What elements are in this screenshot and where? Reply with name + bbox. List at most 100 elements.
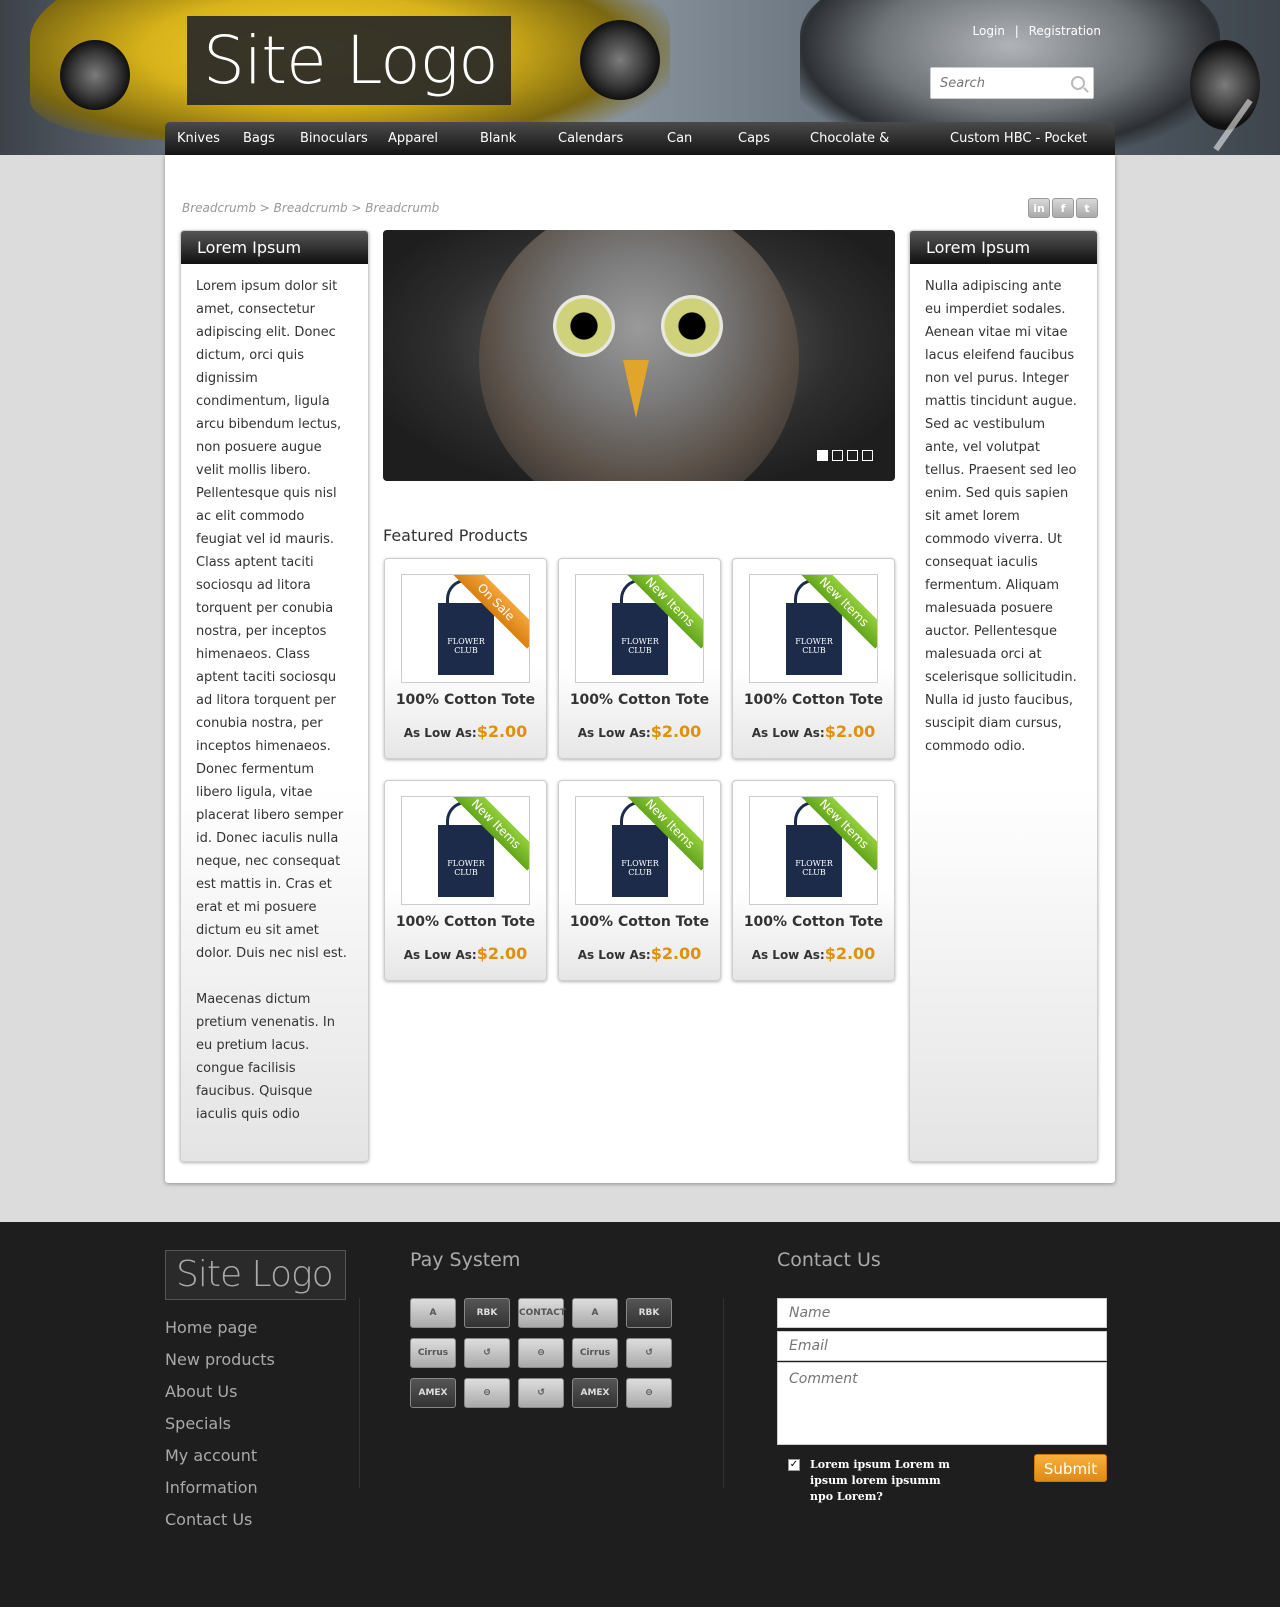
contact-email-field[interactable] (777, 1331, 1107, 1361)
footer-divider (359, 1298, 360, 1488)
pay-system-title: Pay System (410, 1249, 521, 1271)
footer-link-contact[interactable]: Contact Us (165, 1510, 275, 1542)
contact-checkbox[interactable]: ✓ (788, 1459, 800, 1471)
footer-link-new-products[interactable]: New products (165, 1350, 275, 1382)
payment-cirrus-icon: Cirrus (572, 1338, 618, 1368)
slider-dot[interactable] (832, 450, 843, 461)
link-separator: | (1014, 24, 1019, 38)
product-image[interactable]: FLOWER CLUB On Sale (401, 574, 530, 683)
price-label: As Low As: (403, 726, 477, 740)
search-input[interactable] (931, 68, 1061, 98)
site-logo[interactable]: Site Logo (187, 16, 511, 105)
nav-item-bags[interactable]: Bags (243, 122, 275, 155)
contact-us-title: Contact Us (777, 1249, 881, 1271)
nav-item-caps[interactable]: Caps (738, 122, 770, 155)
payment-cirrus-icon: Cirrus (410, 1338, 456, 1368)
product-name[interactable]: 100% Cotton Tote (559, 692, 720, 708)
nav-item-apparel[interactable]: Apparel (388, 122, 438, 155)
product-image[interactable]: FLOWER CLUB New Items (575, 796, 704, 905)
tote-bag-print: FLOWER CLUB (447, 637, 485, 655)
contact-comment-field[interactable] (777, 1362, 1107, 1445)
registration-link[interactable]: Registration (1029, 24, 1101, 38)
price-amount: $2.00 (476, 944, 528, 963)
payment-transfer-icon: ↺ (518, 1378, 564, 1408)
product-card[interactable]: FLOWER CLUB New Items 100% Cotton Tote A… (558, 558, 721, 759)
twitter-icon[interactable]: t (1076, 198, 1098, 218)
nav-item-calendars[interactable]: Calendars (558, 122, 623, 155)
left-panel-title: Lorem Ipsum (181, 231, 368, 264)
breadcrumb[interactable]: Breadcrumb > Breadcrumb > Breadcrumb (182, 201, 439, 215)
price-amount: $2.00 (476, 722, 528, 741)
payment-alfa-icon: A (572, 1298, 618, 1328)
price-amount: $2.00 (824, 722, 876, 741)
nav-item-chocolate[interactable]: Chocolate & (810, 122, 889, 155)
product-image[interactable]: FLOWER CLUB New Items (749, 796, 878, 905)
product-name[interactable]: 100% Cotton Tote (385, 914, 546, 930)
search-icon[interactable] (1071, 76, 1085, 90)
nav-item-blank[interactable]: Blank (480, 122, 516, 155)
product-price: As Low As:$2.00 (385, 722, 546, 741)
product-card[interactable]: FLOWER CLUB New Items 100% Cotton Tote A… (732, 780, 895, 981)
footer: Site Logo Home page New products About U… (0, 1222, 1280, 1607)
footer-link-specials[interactable]: Specials (165, 1414, 275, 1446)
product-name[interactable]: 100% Cotton Tote (559, 914, 720, 930)
tote-bag-print: FLOWER CLUB (795, 637, 833, 655)
nav-item-binoculars[interactable]: Binoculars (300, 122, 368, 155)
owl-eye (661, 295, 723, 357)
search-box (930, 67, 1094, 99)
price-label: As Low As: (751, 948, 825, 962)
contact-name-field[interactable] (777, 1298, 1107, 1328)
nav-item-knives[interactable]: Knives (177, 122, 220, 155)
footer-link-about[interactable]: About Us (165, 1382, 275, 1414)
payment-transfer-icon: ↺ (464, 1338, 510, 1368)
product-card[interactable]: FLOWER CLUB On Sale 100% Cotton Tote As … (384, 558, 547, 759)
slider-dot[interactable] (817, 450, 828, 461)
tote-bag-print: FLOWER CLUB (621, 859, 659, 877)
left-panel-paragraph: Lorem ipsum dolor sit amet, consectetur … (196, 279, 347, 961)
social-icons: in f t (1028, 198, 1098, 218)
payment-rbk-icon: RBK (626, 1298, 672, 1328)
footer-link-account[interactable]: My account (165, 1446, 275, 1478)
payment-alfa-icon: A (410, 1298, 456, 1328)
left-panel-body: Lorem ipsum dolor sit amet, consectetur … (181, 264, 368, 1126)
price-amount: $2.00 (650, 944, 702, 963)
payment-amex-icon: AMEX (572, 1378, 618, 1408)
nav-item-custom-hbc[interactable]: Custom HBC - Pocket (950, 122, 1087, 155)
payment-contact-icon: CONTACT (518, 1298, 566, 1328)
footer-link-information[interactable]: Information (165, 1478, 275, 1510)
product-card[interactable]: FLOWER CLUB New Items 100% Cotton Tote A… (384, 780, 547, 981)
right-sidebar-panel: Lorem Ipsum Nulla adipiscing ante eu imp… (909, 230, 1098, 1162)
banner-wheel (580, 20, 660, 100)
hero-slider[interactable] (383, 230, 895, 481)
price-label: As Low As: (403, 948, 477, 962)
left-sidebar-panel: Lorem Ipsum Lorem ipsum dolor sit amet, … (180, 230, 369, 1162)
product-card[interactable]: FLOWER CLUB New Items 100% Cotton Tote A… (732, 558, 895, 759)
tote-bag-print: FLOWER CLUB (447, 859, 485, 877)
product-price: As Low As:$2.00 (733, 944, 894, 963)
banner-wheel (1190, 40, 1260, 130)
right-panel-title: Lorem Ipsum (910, 231, 1097, 264)
slider-dot[interactable] (862, 450, 873, 461)
product-name[interactable]: 100% Cotton Tote (733, 914, 894, 930)
footer-link-home[interactable]: Home page (165, 1318, 275, 1350)
product-card[interactable]: FLOWER CLUB New Items 100% Cotton Tote A… (558, 780, 721, 981)
top-links: Login | Registration (973, 24, 1101, 38)
footer-divider (723, 1298, 724, 1488)
product-price: As Low As:$2.00 (559, 722, 720, 741)
footer-logo[interactable]: Site Logo (165, 1250, 346, 1300)
facebook-icon[interactable]: f (1052, 198, 1074, 218)
product-image[interactable]: FLOWER CLUB New Items (749, 574, 878, 683)
linkedin-icon[interactable]: in (1028, 198, 1050, 218)
login-link[interactable]: Login (973, 24, 1005, 38)
product-name[interactable]: 100% Cotton Tote (385, 692, 546, 708)
product-name[interactable]: 100% Cotton Tote (733, 692, 894, 708)
product-price: As Low As:$2.00 (385, 944, 546, 963)
product-image[interactable]: FLOWER CLUB New Items (575, 574, 704, 683)
submit-button[interactable]: Submit (1034, 1454, 1107, 1482)
nav-item-can[interactable]: Can (667, 122, 692, 155)
price-amount: $2.00 (650, 722, 702, 741)
slider-dot[interactable] (847, 450, 858, 461)
payment-webmoney-icon: ⊖ (518, 1338, 564, 1368)
product-image[interactable]: FLOWER CLUB New Items (401, 796, 530, 905)
left-panel-paragraph: Maecenas dictum pretium venenatis. In eu… (196, 992, 336, 1122)
